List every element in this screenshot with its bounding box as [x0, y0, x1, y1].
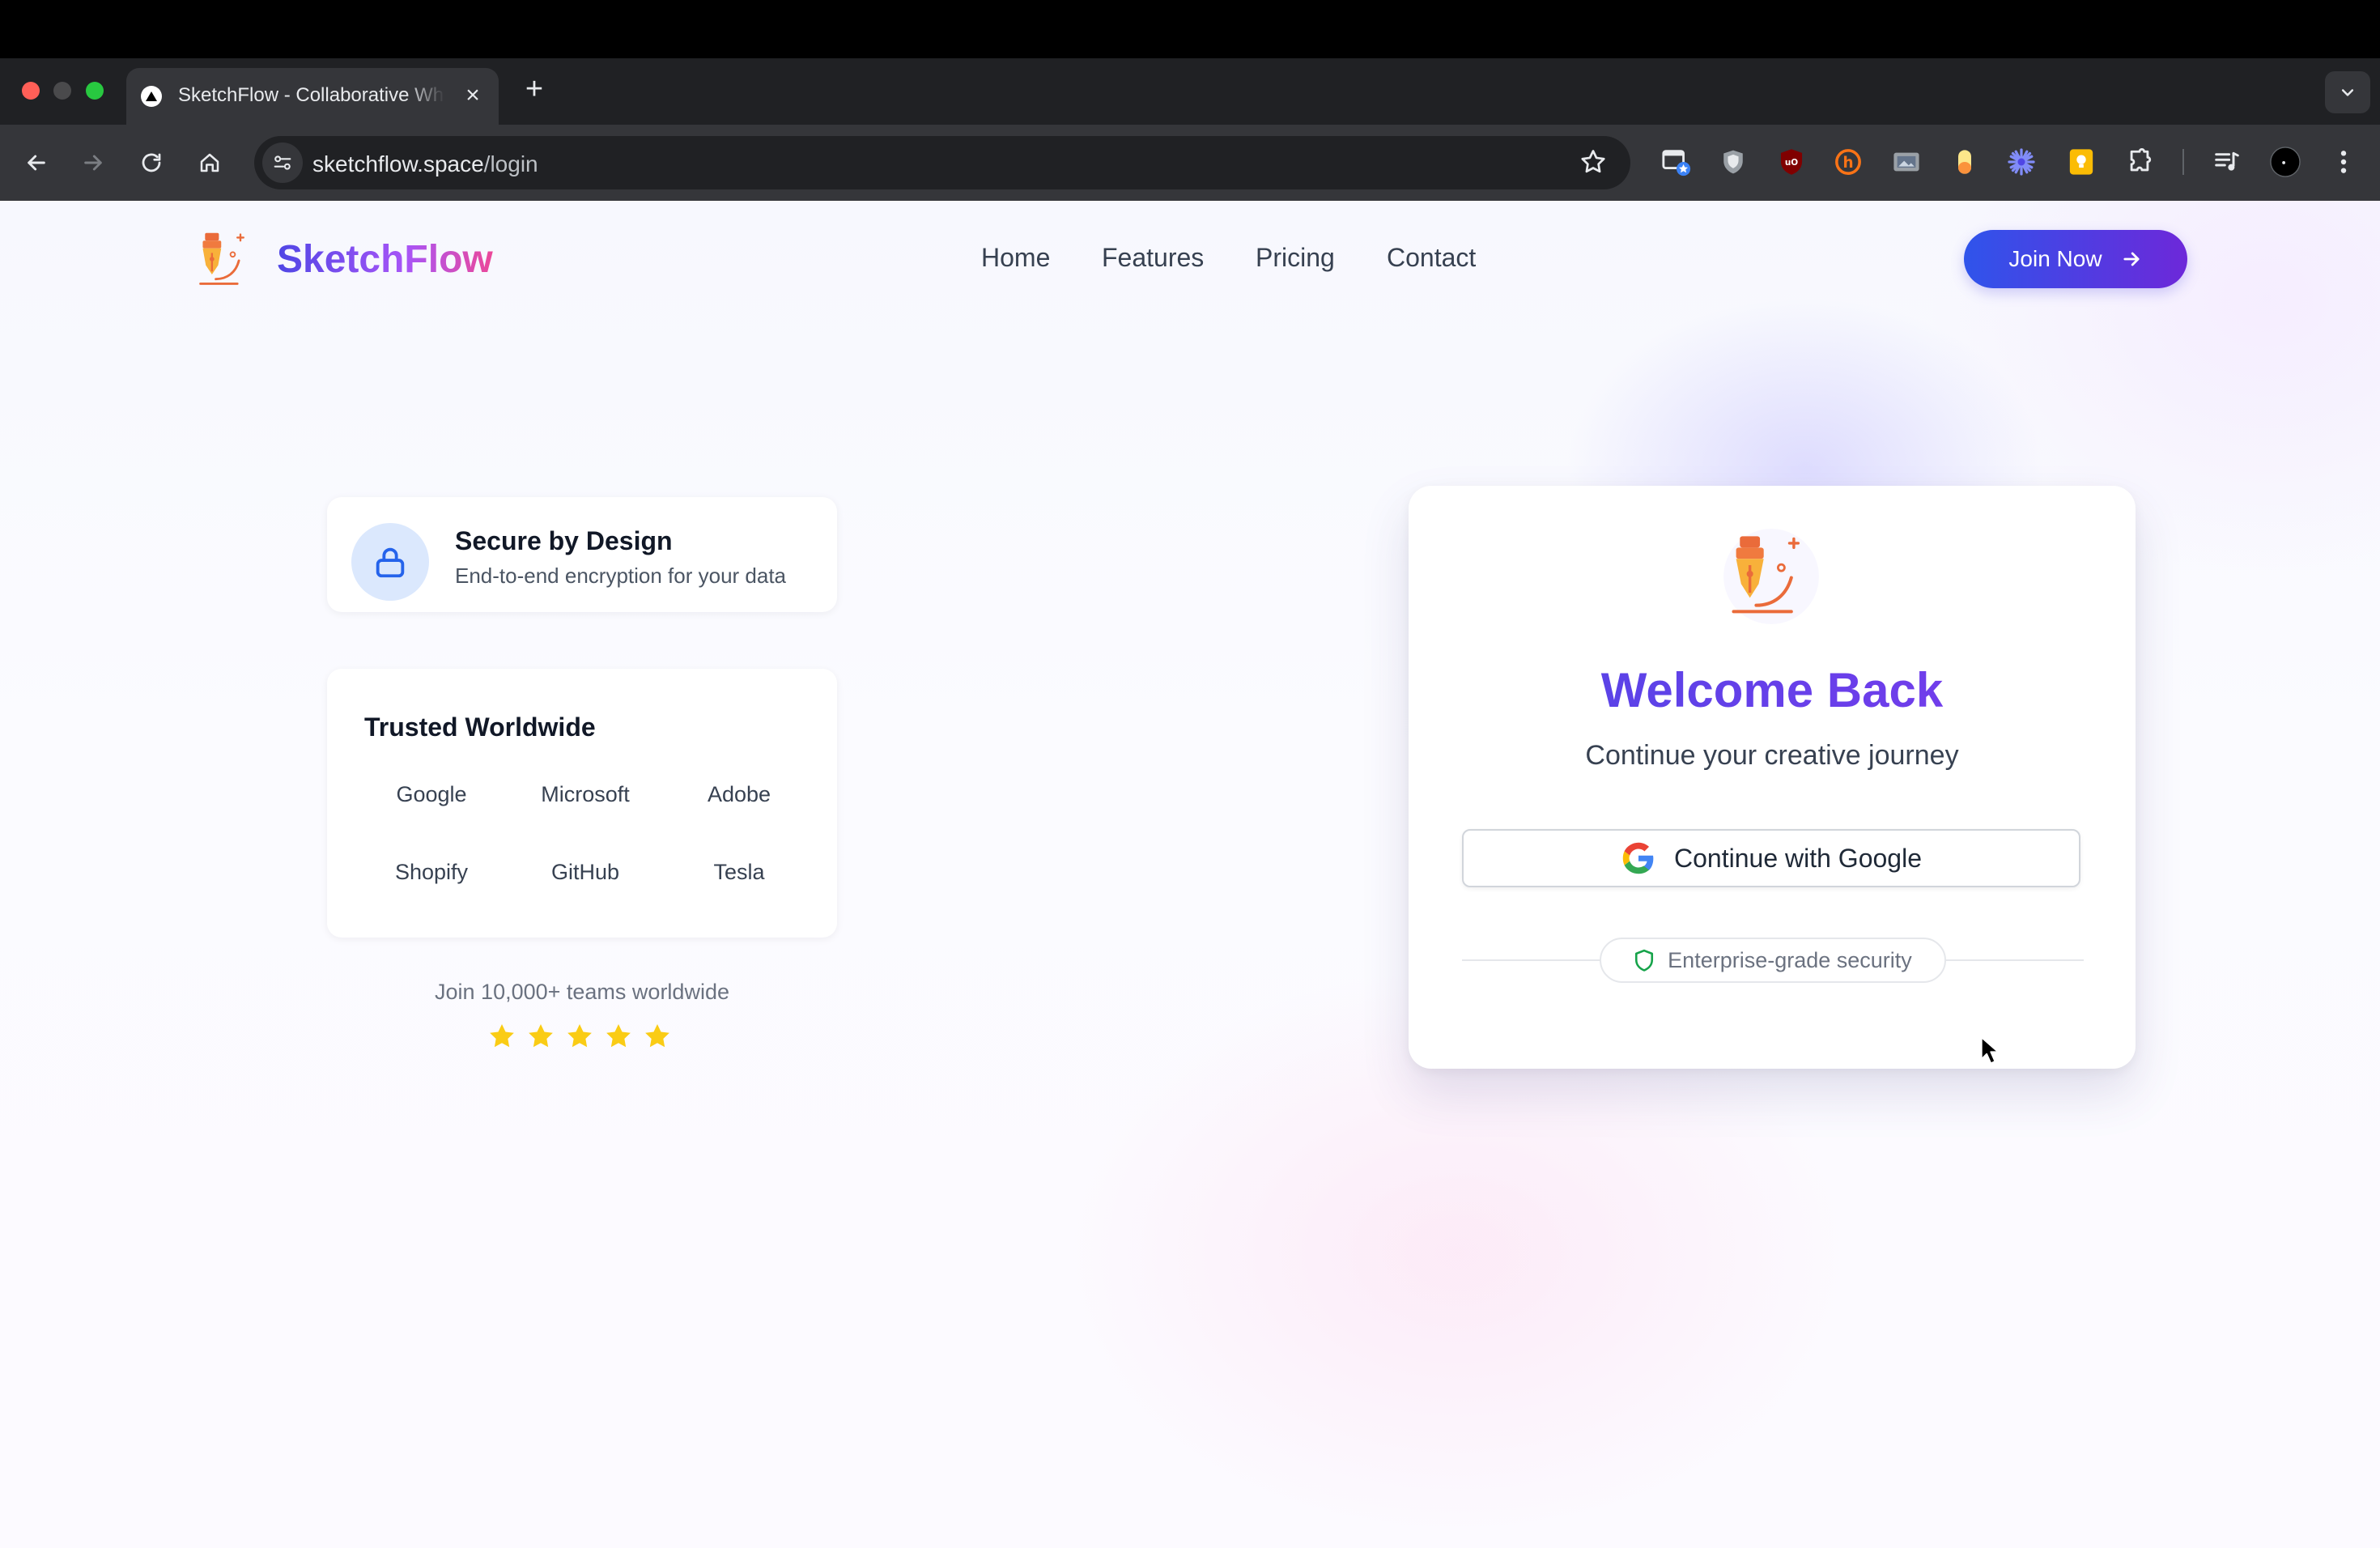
continue-with-google-button[interactable]: Continue with Google — [1462, 829, 2080, 887]
star-icon — [606, 1024, 631, 1048]
divider-line-left — [1462, 959, 1601, 961]
mouse-cursor-icon — [1980, 1036, 2000, 1065]
security-badge: Enterprise-grade security — [1600, 938, 1946, 983]
extension-tab-manager-icon[interactable] — [1661, 147, 1692, 177]
join-now-button[interactable]: Join Now — [1964, 230, 2187, 288]
site-info-icon[interactable] — [262, 142, 303, 183]
toolbar-separator — [2182, 149, 2184, 175]
url-text: sketchflow.space/login — [312, 151, 538, 177]
svg-text:h: h — [1842, 155, 1853, 172]
page-viewport: SketchFlow Home Features Pricing Contact… — [0, 201, 2380, 1548]
nav-link-features[interactable]: Features — [1102, 243, 1204, 273]
arrow-right-icon — [2123, 252, 2140, 266]
bookmark-star-icon[interactable] — [1579, 147, 1608, 176]
url-domain: sketchflow.space — [312, 151, 484, 176]
nav-link-contact[interactable]: Contact — [1387, 243, 1476, 273]
company-google: Google — [396, 782, 467, 806]
window-close-button[interactable] — [22, 82, 40, 100]
lock-icon-badge — [351, 523, 429, 601]
tab-search-button[interactable] — [2325, 71, 2370, 113]
extension-honey-icon[interactable]: h — [1833, 147, 1864, 177]
secure-title: Secure by Design — [455, 526, 673, 555]
browser-menu-icon[interactable] — [2328, 147, 2359, 177]
extensions-puzzle-icon[interactable] — [2124, 147, 2155, 177]
screen-top-bar — [0, 0, 2380, 58]
company-tesla: Tesla — [713, 860, 765, 884]
divider-line-right — [1944, 959, 2084, 961]
google-button-label: Continue with Google — [1674, 843, 1922, 873]
social-proof-text: Join 10,000+ teams worldwide — [435, 980, 729, 1004]
url-path: /login — [483, 151, 538, 176]
brand[interactable]: SketchFlow — [194, 228, 493, 290]
chevron-down-icon — [2341, 89, 2354, 96]
forward-button[interactable] — [74, 144, 112, 181]
company-adobe: Adobe — [707, 782, 771, 806]
extension-snowflake-icon[interactable] — [2006, 147, 2037, 177]
star-icon — [567, 1024, 592, 1048]
welcome-subtitle: Continue your creative journey — [1585, 740, 1959, 771]
pen-logo-icon — [199, 232, 244, 285]
security-badge-label: Enterprise-grade security — [1668, 947, 1912, 972]
home-icon — [200, 153, 219, 172]
arrow-left-icon — [28, 155, 45, 171]
trusted-title: Trusted Worldwide — [364, 712, 596, 742]
star-icon — [645, 1024, 669, 1048]
address-bar[interactable]: sketchflow.space/login — [254, 136, 1630, 189]
home-button[interactable] — [191, 144, 228, 181]
star-icon — [490, 1024, 514, 1048]
new-tab-button[interactable]: + — [518, 73, 550, 105]
reload-icon — [142, 153, 161, 172]
login-card: Welcome Back Continue your creative jour… — [1409, 486, 2136, 1069]
company-github: GitHub — [550, 860, 620, 884]
trusted-worldwide-card: Trusted Worldwide Google Microsoft Adobe… — [327, 669, 837, 938]
favicon-icon — [141, 86, 162, 107]
profile-avatar-icon[interactable] — [2270, 147, 2301, 177]
media-control-icon[interactable] — [2212, 147, 2242, 177]
company-microsoft: Microsoft — [541, 782, 630, 806]
window-minimize-button[interactable] — [53, 82, 71, 100]
extension-shield-icon[interactable] — [1718, 147, 1749, 177]
arrow-right-icon — [84, 155, 102, 171]
star-icon — [529, 1024, 553, 1048]
back-button[interactable] — [18, 144, 55, 181]
join-now-label: Join Now — [2008, 246, 2102, 271]
svg-text:uO: uO — [1785, 158, 1798, 168]
window-zoom-button[interactable] — [86, 82, 104, 100]
tab-title: SketchFlow - Collaborative Whiteboard — [178, 84, 445, 106]
tab-close-icon[interactable]: × — [458, 81, 487, 110]
browser-tab-active[interactable]: SketchFlow - Collaborative Whiteboard × — [126, 68, 499, 125]
nav-link-pricing[interactable]: Pricing — [1256, 243, 1335, 273]
welcome-title: Welcome Back — [1409, 662, 2136, 718]
extension-screenshot-icon[interactable] — [1891, 147, 1922, 177]
secure-subtitle: End-to-end encryption for your data — [455, 563, 787, 588]
company-shopify: Shopify — [394, 860, 469, 884]
extension-keep-icon[interactable] — [2066, 147, 2097, 177]
nav-link-home[interactable]: Home — [981, 243, 1050, 273]
lock-icon — [376, 547, 405, 578]
secure-by-design-card: Secure by Design End-to-end encryption f… — [327, 497, 837, 612]
brand-name: SketchFlow — [277, 237, 493, 281]
google-g-icon — [1622, 842, 1654, 874]
shield-icon — [1635, 949, 1654, 972]
extension-ublock-icon[interactable]: uO — [1776, 147, 1807, 177]
reload-button[interactable] — [133, 144, 170, 181]
rating-stars — [487, 1022, 672, 1051]
pen-logo-icon — [1723, 529, 1819, 624]
extension-capsule-icon[interactable] — [1949, 147, 1980, 177]
